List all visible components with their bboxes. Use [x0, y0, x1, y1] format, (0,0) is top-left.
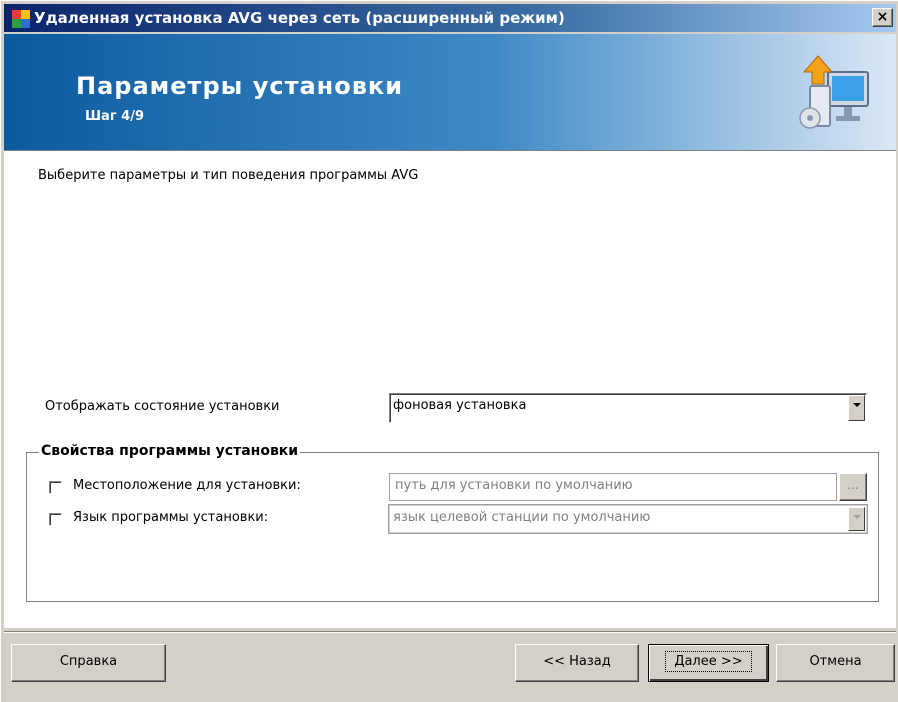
location-label: Местоположение для установки:	[73, 478, 301, 493]
help-button-label: Справка	[59, 654, 118, 669]
location-checkbox[interactable]	[49, 481, 62, 494]
page-title: Параметры установки	[76, 72, 404, 100]
location-input[interactable]: путь для установки по умолчанию	[389, 473, 837, 501]
display-status-value: фоновая установка	[393, 398, 527, 413]
back-button-label: << Назад	[543, 654, 611, 669]
cancel-button-label: Отмена	[809, 654, 862, 669]
next-button-label: Далее >>	[665, 651, 752, 672]
title-bar[interactable]: Удаленная установка AVG через сеть (расш…	[4, 4, 896, 32]
header-banner: Параметры установки Шаг 4/9	[4, 34, 896, 150]
dropdown-arrow-icon[interactable]	[848, 395, 865, 421]
cancel-button[interactable]: Отмена	[776, 644, 895, 682]
step-indicator: Шаг 4/9	[85, 109, 144, 124]
display-status-label: Отображать состояние установки	[45, 399, 280, 414]
install-dialog: Удаленная установка AVG через сеть (расш…	[0, 0, 898, 702]
computer-install-icon	[799, 55, 869, 129]
browse-button[interactable]: ...	[839, 473, 867, 501]
language-label: Язык программы установки:	[73, 510, 269, 525]
footer-divider	[4, 631, 896, 633]
group-title: Свойства программы установки	[39, 443, 301, 459]
avg-app-icon	[12, 10, 30, 28]
close-icon[interactable]: ×	[872, 8, 893, 27]
display-status-select[interactable]: фоновая установка	[389, 393, 867, 423]
intro-text: Выберите параметры и тип поведения прогр…	[38, 168, 419, 183]
help-button[interactable]: Справка	[11, 644, 166, 682]
language-select[interactable]: язык целевой станции по умолчанию	[388, 504, 868, 534]
content-panel: Выберите параметры и тип поведения прогр…	[4, 153, 896, 628]
language-checkbox[interactable]	[49, 513, 62, 526]
next-button[interactable]: Далее >>	[648, 644, 769, 682]
language-value: язык целевой станции по умолчанию	[393, 510, 651, 525]
window-title: Удаленная установка AVG через сеть (расш…	[34, 9, 565, 27]
location-placeholder: путь для установки по умолчанию	[395, 478, 633, 493]
dropdown-arrow-icon[interactable]	[848, 507, 865, 531]
back-button[interactable]: << Назад	[515, 644, 639, 682]
